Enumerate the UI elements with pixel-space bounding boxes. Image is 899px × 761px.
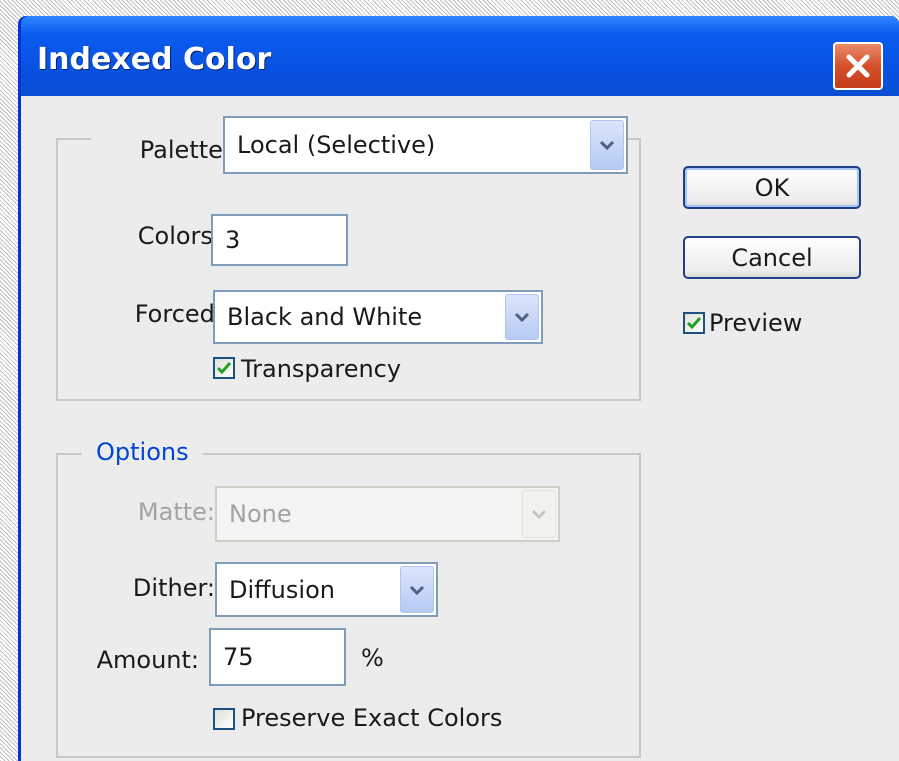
chevron-down-icon (531, 509, 547, 520)
dither-dropdown-arrow[interactable] (400, 566, 434, 613)
palette-dropdown-arrow[interactable] (590, 120, 624, 170)
indexed-color-dialog: Indexed Color Palette: Local (Selective)… (18, 16, 899, 761)
dither-value: Diffusion (229, 575, 335, 604)
chevron-down-icon (409, 585, 425, 595)
dither-label: Dither: (132, 574, 215, 602)
matte-value: None (229, 500, 292, 528)
forced-dropdown-arrow[interactable] (505, 294, 539, 340)
cancel-button[interactable]: Cancel (683, 236, 861, 279)
check-icon (686, 317, 702, 330)
preserve-exact-colors-checkbox[interactable] (213, 708, 235, 730)
palette-label: Palette: (91, 136, 231, 164)
colors-value: 3 (225, 226, 241, 254)
amount-unit: % (361, 644, 384, 672)
chevron-down-icon (514, 312, 530, 323)
palette-value: Local (Selective) (237, 131, 436, 159)
dither-dropdown[interactable]: Diffusion (215, 562, 438, 617)
dialog-body: Palette: Local (Selective) Colors: 3 For… (21, 96, 899, 761)
check-icon (216, 362, 232, 375)
transparency-label[interactable]: Transparency (241, 355, 401, 383)
preview-label[interactable]: Preview (709, 309, 802, 337)
options-legend: Options (82, 438, 203, 466)
matte-dropdown-arrow[interactable] (522, 490, 556, 538)
transparency-checkbox[interactable] (213, 357, 235, 379)
chevron-down-icon (599, 140, 615, 151)
close-button[interactable] (833, 42, 883, 90)
amount-value: 75 (223, 643, 254, 671)
title-bar[interactable]: Indexed Color (21, 16, 899, 96)
close-icon (846, 54, 870, 78)
forced-label: Forced: (134, 300, 223, 328)
ok-button[interactable]: OK (683, 166, 861, 209)
dialog-title: Indexed Color (37, 42, 272, 77)
preview-checkbox[interactable] (683, 312, 705, 334)
matte-dropdown[interactable]: None (215, 486, 560, 542)
palette-dropdown[interactable]: Local (Selective) (223, 116, 628, 174)
forced-value: Black and White (227, 303, 423, 331)
amount-label: Amount: (96, 646, 199, 674)
forced-dropdown[interactable]: Black and White (213, 290, 543, 344)
preserve-exact-colors-label[interactable]: Preserve Exact Colors (241, 704, 502, 732)
matte-label: Matte: (137, 498, 215, 526)
colors-input[interactable]: 3 (211, 214, 348, 266)
colors-label: Colors: (137, 222, 221, 250)
amount-input[interactable]: 75 (209, 628, 346, 686)
